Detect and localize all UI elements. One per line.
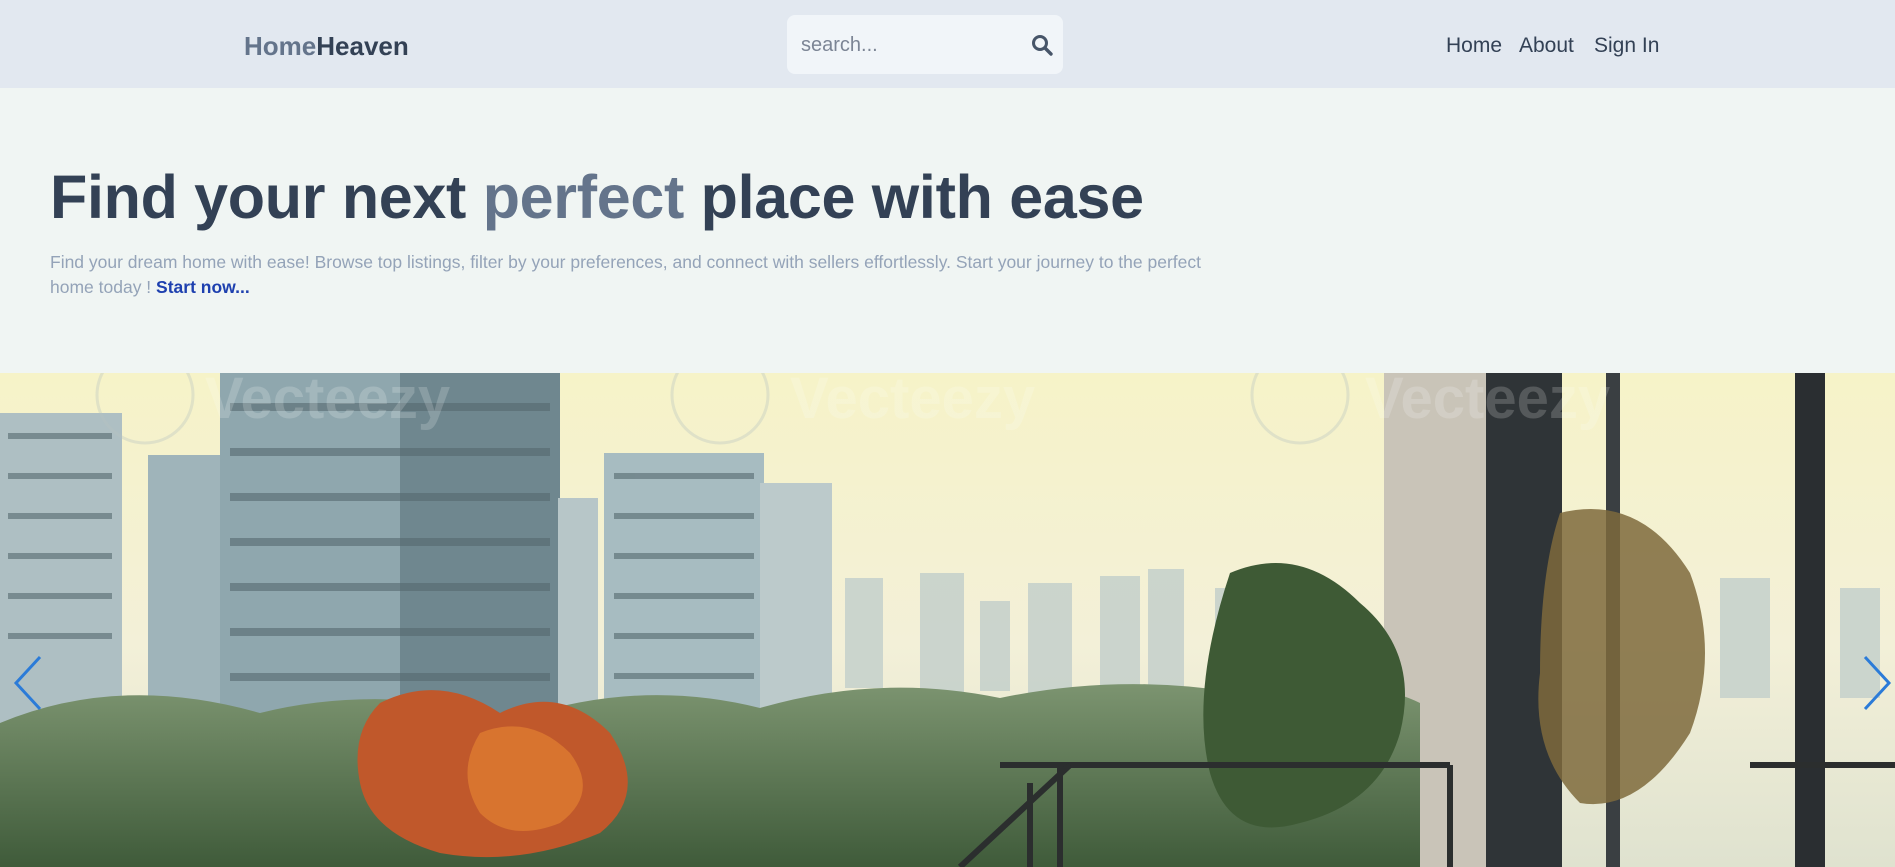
watermark-text: Vecteezy xyxy=(790,373,1035,431)
image-carousel: Vecteezy Vecteezy Vecteezy xyxy=(0,373,1895,867)
hero-title-start: Find your next xyxy=(50,163,483,231)
search-bar xyxy=(787,15,1063,74)
nav-about-link[interactable]: About xyxy=(1519,31,1574,61)
nav-sign-in-link[interactable]: Sign In xyxy=(1594,31,1659,61)
start-now-link[interactable]: Start now... xyxy=(156,277,250,297)
carousel-image: Vecteezy Vecteezy Vecteezy xyxy=(0,373,1895,867)
hero-title-end: place with ease xyxy=(684,163,1144,231)
chevron-left-icon[interactable] xyxy=(12,653,44,713)
search-input[interactable] xyxy=(801,29,1011,61)
hero-title: Find your next perfect place with ease xyxy=(50,160,1144,234)
hero-title-accent: perfect xyxy=(482,163,685,231)
watermark-text: Vecteezy xyxy=(205,373,450,431)
chevron-right-icon[interactable] xyxy=(1861,653,1893,713)
nav-home-link[interactable]: Home xyxy=(1446,31,1502,61)
watermark-text: Vecteezy xyxy=(1365,373,1610,431)
site-header: HomeHeaven Home About Sign In xyxy=(0,0,1895,88)
logo[interactable]: HomeHeaven xyxy=(244,28,409,64)
hero-description: Find your dream home with ease! Browse t… xyxy=(50,250,1210,300)
search-icon[interactable] xyxy=(1030,33,1054,57)
logo-part-home: Home xyxy=(244,31,317,61)
logo-part-heaven: Heaven xyxy=(316,31,409,61)
